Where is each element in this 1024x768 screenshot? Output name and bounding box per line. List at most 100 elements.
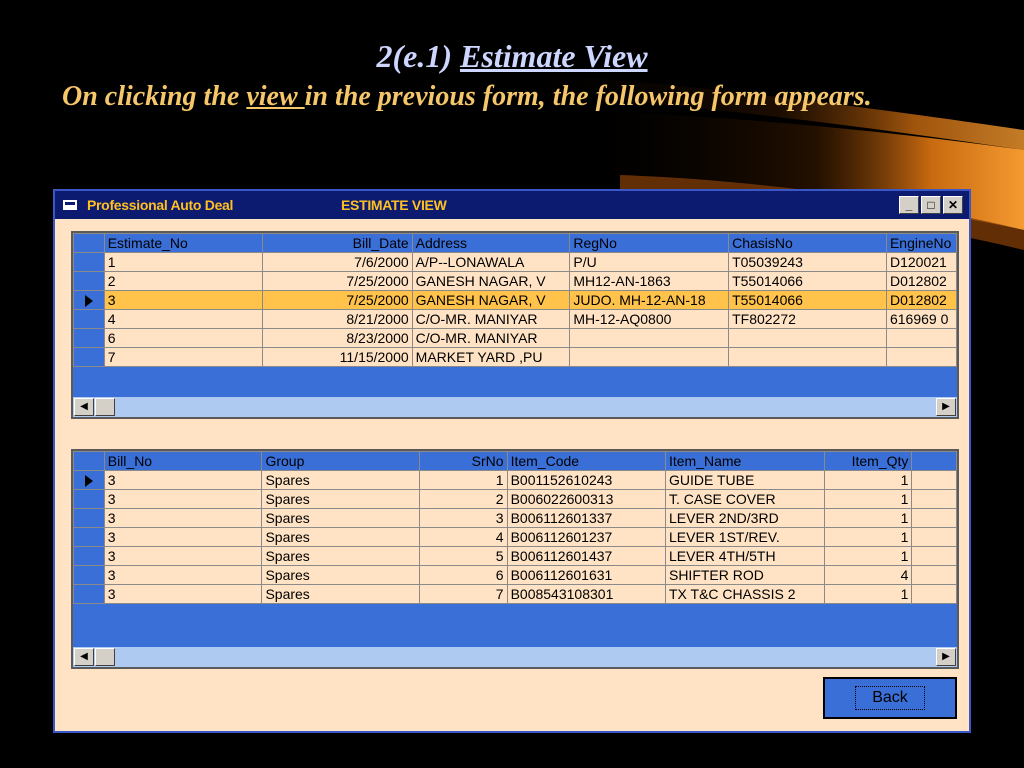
back-button[interactable]: Back [823,677,957,719]
table-cell[interactable]: MH12-AN-1863 [569,271,730,291]
row-selector[interactable] [73,527,105,547]
col-header[interactable]: Item_Code [506,451,666,471]
table-cell[interactable]: 616969 0 [885,309,957,329]
table-cell[interactable]: 7/6/2000 [261,252,413,272]
table-cell[interactable]: SHIFTER ROD [664,565,825,585]
table-cell[interactable] [885,328,957,348]
items-grid[interactable]: Bill_No Group SrNo Item_Code Item_Name I… [71,449,959,669]
col-header[interactable]: EngineNo [885,233,957,253]
table-cell[interactable]: B006112601437 [506,546,666,566]
table-cell[interactable]: 4 [823,565,913,585]
col-header[interactable]: SrNo [419,451,508,471]
table-cell[interactable]: B006112601337 [506,508,666,528]
table-cell[interactable]: 5 [419,546,508,566]
col-header[interactable]: Group [261,451,421,471]
table-row[interactable]: 3 7/25/2000 GANESH NAGAR, V JUDO. MH-12-AN-… [73,290,957,310]
table-cell[interactable]: B006022600313 [506,489,666,509]
table-row[interactable]: 2 7/25/2000 GANESH NAGAR, V MH12-AN-1863 T55… [73,271,957,291]
col-header[interactable]: Bill_No [103,451,263,471]
maximize-button[interactable]: □ [921,196,941,214]
table-cell[interactable]: 1 [419,470,508,490]
table-cell[interactable]: P/U [569,252,730,272]
horizontal-scrollbar[interactable]: ◀ ▶ [73,397,957,417]
table-cell[interactable]: TX T&C CHASSIS 2 [664,584,825,604]
table-cell[interactable]: 6 [419,565,508,585]
table-cell[interactable]: LEVER 1ST/REV. [664,527,825,547]
table-cell[interactable]: B006112601237 [506,527,666,547]
close-button[interactable]: ✕ [943,196,963,214]
table-cell[interactable] [728,347,887,367]
table-cell[interactable]: T55014066 [728,271,887,291]
table-cell[interactable]: GANESH NAGAR, V [411,290,571,310]
table-cell[interactable]: 2 [419,489,508,509]
table-cell[interactable]: MARKET YARD ,PU [411,347,571,367]
table-cell[interactable] [569,347,730,367]
col-header[interactable]: Item_Name [664,451,825,471]
row-selector[interactable] [73,546,105,566]
table-row[interactable]: 3 Spares 3 B006112601337 LEVER 2ND/3RD 1 [73,508,957,528]
col-header[interactable]: Item_Qty [823,451,913,471]
table-cell[interactable] [885,347,957,367]
table-cell[interactable]: Spares [261,489,421,509]
table-cell[interactable]: 6 [103,328,263,348]
col-header[interactable]: Estimate_No [103,233,263,253]
row-selector[interactable] [73,290,105,310]
table-cell[interactable]: Spares [261,470,421,490]
scroll-thumb[interactable] [95,648,115,666]
table-cell[interactable]: GANESH NAGAR, V [411,271,571,291]
table-cell[interactable]: D012802 [885,271,957,291]
estimates-grid[interactable]: Estimate_No Bill_Date Address RegNo Chas… [71,231,959,419]
table-cell[interactable]: Spares [261,546,421,566]
table-cell[interactable]: 1 [823,470,913,490]
table-cell[interactable]: B001152610243 [506,470,666,490]
scroll-thumb[interactable] [95,398,115,416]
table-row[interactable]: 3 Spares 2 B006022600313 T. CASE COVER 1 [73,489,957,509]
table-cell[interactable]: GUIDE TUBE [664,470,825,490]
col-header[interactable]: RegNo [569,233,730,253]
table-cell[interactable]: 3 [103,470,263,490]
table-cell[interactable]: LEVER 4TH/5TH [664,546,825,566]
table-cell[interactable]: B006112601631 [506,565,666,585]
table-cell[interactable]: MH-12-AQ0800 [569,309,730,329]
table-cell[interactable]: 4 [419,527,508,547]
table-cell[interactable] [728,328,887,348]
table-row[interactable]: 3 Spares 4 B006112601237 LEVER 1ST/REV. 1 [73,527,957,547]
table-cell[interactable]: 3 [103,565,263,585]
table-cell[interactable]: 11/15/2000 [261,347,413,367]
table-cell[interactable]: D120021 [885,252,957,272]
table-cell[interactable]: JUDO. MH-12-AN-18 [569,290,730,310]
table-cell[interactable]: B008543108301 [506,584,666,604]
table-cell[interactable]: 7/25/2000 [261,290,413,310]
table-row[interactable]: 6 8/23/2000 C/O-MR. MANIYAR [73,328,957,348]
table-cell[interactable]: 4 [103,309,263,329]
table-cell[interactable]: 3 [103,546,263,566]
minimize-button[interactable]: _ [899,196,919,214]
table-cell[interactable]: 1 [823,508,913,528]
table-cell[interactable]: 1 [823,584,913,604]
row-selector[interactable] [73,347,105,367]
row-selector[interactable] [73,565,105,585]
view-link[interactable]: view [246,81,304,112]
table-cell[interactable]: 3 [419,508,508,528]
table-cell[interactable]: 8/21/2000 [261,309,413,329]
table-cell[interactable]: 1 [823,546,913,566]
table-cell[interactable]: 8/23/2000 [261,328,413,348]
table-cell[interactable]: Spares [261,565,421,585]
scroll-right-icon[interactable]: ▶ [936,398,956,416]
table-cell[interactable]: 7 [103,347,263,367]
table-cell[interactable]: T55014066 [728,290,887,310]
scroll-right-icon[interactable]: ▶ [936,648,956,666]
table-row[interactable]: 3 Spares 5 B006112601437 LEVER 4TH/5TH 1 [73,546,957,566]
table-cell[interactable]: LEVER 2ND/3RD [664,508,825,528]
table-cell[interactable]: Spares [261,508,421,528]
table-cell[interactable]: 1 [823,527,913,547]
col-header[interactable]: Bill_Date [261,233,413,253]
table-cell[interactable]: D012802 [885,290,957,310]
col-header[interactable]: Address [411,233,571,253]
table-cell[interactable]: 7/25/2000 [261,271,413,291]
col-header[interactable]: ChasisNo [728,233,887,253]
row-selector[interactable] [73,271,105,291]
table-row[interactable]: 1 7/6/2000 A/P--LONAWALA P/U T05039243 D12002… [73,252,957,272]
table-cell[interactable]: 1 [823,489,913,509]
row-selector[interactable] [73,489,105,509]
